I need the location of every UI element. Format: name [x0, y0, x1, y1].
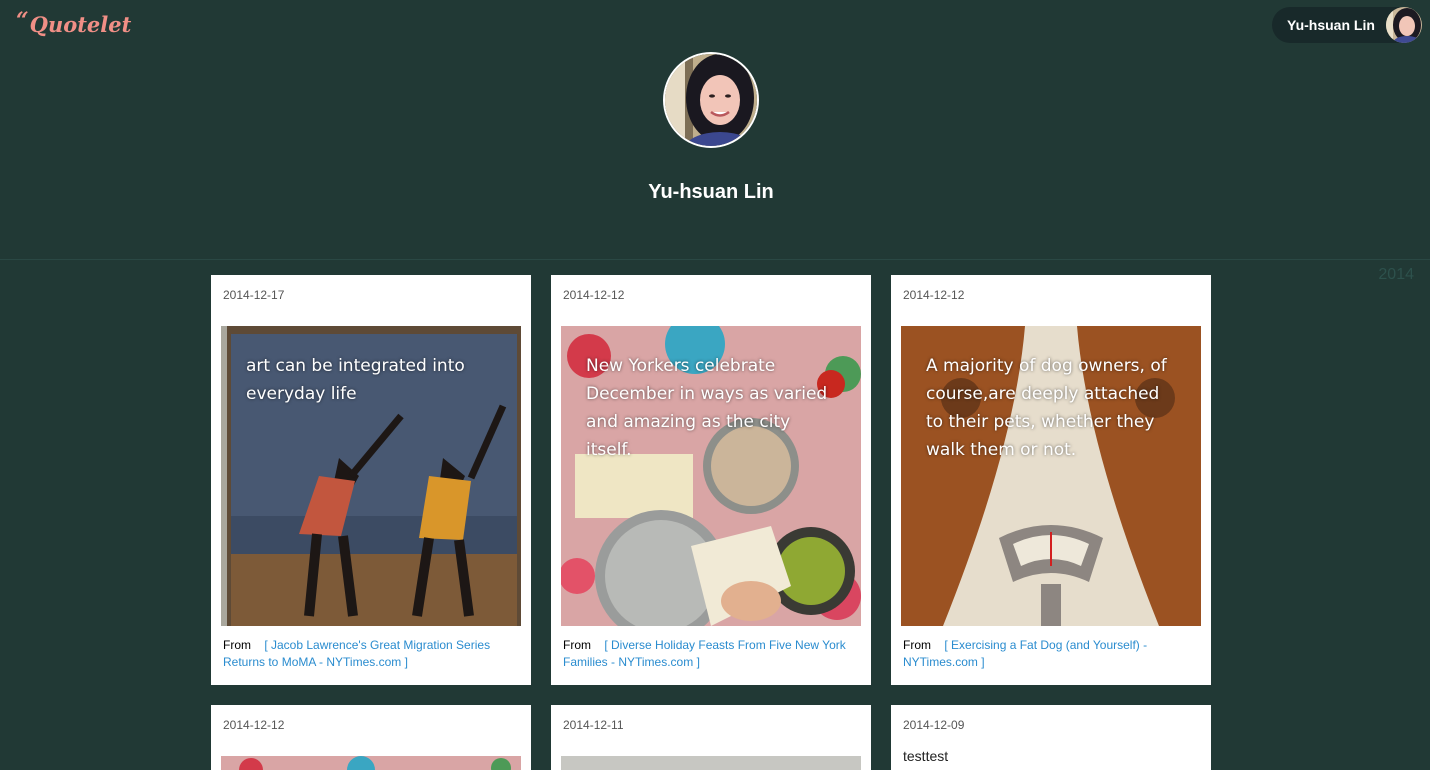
card-image: art can be integrated into everyday life: [221, 326, 521, 626]
card-date: 2014-12-17: [223, 288, 285, 302]
logo-quote-mark: “: [16, 8, 29, 34]
quote-card[interactable]: 2014-12-12 New Yorkers celebrate Decembe…: [551, 275, 871, 685]
quote-card[interactable]: 2014-12-12 A majority of dog owners, of …: [891, 275, 1211, 685]
card-image: New Yorkers celebrate December in ways a…: [561, 326, 861, 626]
source-link[interactable]: [ Jacob Lawrence's Great Migration Serie…: [223, 638, 490, 669]
quote-card[interactable]: 2014-12-12: [211, 705, 531, 770]
card-image: A majority of dog owners, of course,are …: [901, 326, 1201, 626]
profile-avatar: [663, 52, 759, 148]
from-label: From: [223, 638, 251, 652]
user-avatar: [1386, 7, 1422, 43]
card-image: [221, 756, 521, 770]
quotelet-logo[interactable]: “Quotelet: [16, 8, 132, 38]
timeline-year[interactable]: 2014: [1378, 266, 1414, 284]
card-quote: A majority of dog owners, of course,are …: [926, 356, 1167, 460]
quote-card[interactable]: 2014-12-11: [551, 705, 871, 770]
quote-card[interactable]: 2014-12-17 art can be integrated into ev…: [211, 275, 531, 685]
source-link[interactable]: [ Exercising a Fat Dog (and Yourself) - …: [903, 638, 1147, 669]
card-date: 2014-12-12: [903, 288, 965, 302]
quote-card[interactable]: 2014-12-09 testtest: [891, 705, 1211, 770]
card-note: testtest: [903, 748, 949, 764]
card-source: From [ Diverse Holiday Feasts From Five …: [563, 637, 853, 671]
card-date: 2014-12-12: [223, 718, 285, 732]
card-date: 2014-12-09: [903, 718, 965, 732]
from-label: From: [563, 638, 591, 652]
source-link[interactable]: [ Diverse Holiday Feasts From Five New Y…: [563, 638, 846, 669]
profile-name: Yu-hsuan Lin: [648, 181, 774, 203]
logo-text: Quotelet: [29, 12, 132, 37]
from-label: From: [903, 638, 931, 652]
card-date: 2014-12-12: [563, 288, 625, 302]
user-menu-button[interactable]: Yu-hsuan Lin: [1272, 7, 1422, 43]
card-image: [561, 756, 861, 770]
header-divider: [0, 259, 1430, 260]
card-date: 2014-12-11: [563, 718, 624, 732]
card-quote: New Yorkers celebrate December in ways a…: [586, 356, 828, 460]
card-source: From [ Jacob Lawrence's Great Migration …: [223, 637, 513, 671]
card-quote: art can be integrated into everyday life: [246, 356, 465, 404]
card-source: From [ Exercising a Fat Dog (and Yoursel…: [903, 637, 1193, 671]
user-name: Yu-hsuan Lin: [1287, 17, 1375, 33]
